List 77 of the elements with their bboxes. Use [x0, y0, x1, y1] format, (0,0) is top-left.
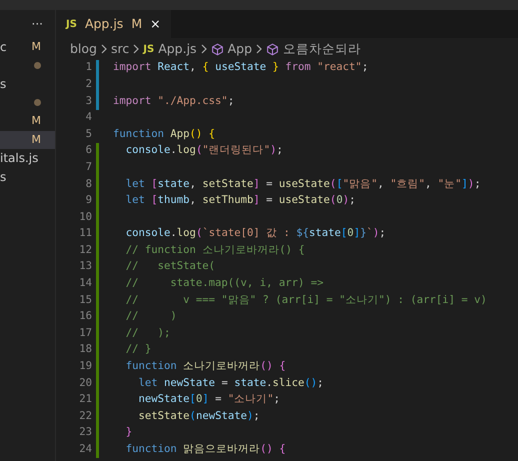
- editor-tab[interactable]: JS App.js M ×: [56, 10, 171, 38]
- code-line: // ): [124, 309, 177, 324]
- code-line: // state.map((v, i, arr) =>: [124, 276, 324, 292]
- line-number: 3: [84, 94, 92, 109]
- line-number: 14: [78, 276, 92, 292]
- code-line: console.log(`state[0] 값 : ${state[0]}`);: [124, 226, 386, 242]
- file-name: itals.js: [0, 150, 38, 168]
- file-row[interactable]: s: [0, 168, 55, 186]
- js-file-icon: JS: [66, 16, 77, 32]
- breadcrumb-item[interactable]: App.js: [158, 40, 197, 58]
- code-line: // );: [124, 326, 170, 341]
- line-number: 10: [78, 210, 92, 225]
- code-line: function 소나기로바꺼라() {: [124, 359, 286, 374]
- status-dot-icon: [34, 62, 41, 70]
- js-file-icon: JS: [143, 42, 154, 56]
- more-actions-button[interactable]: ···: [32, 15, 43, 33]
- file-row[interactable]: c M: [0, 38, 55, 56]
- code-line: console.log("랜더링된다");: [124, 143, 283, 158]
- code-line: // }: [124, 342, 152, 358]
- line-number: 4: [84, 110, 92, 126]
- line-number: 22: [78, 408, 92, 424]
- code-line: function 맑음으로바꺼라() {: [124, 442, 286, 457]
- code-line: // function 소나기로바꺼라() {: [124, 242, 305, 258]
- line-number: 17: [78, 326, 92, 341]
- line-number: 9: [84, 193, 92, 208]
- line-number: 24: [78, 442, 92, 457]
- line-number: 19: [78, 359, 92, 374]
- line-number: 5: [84, 126, 92, 142]
- chevron-icon: [200, 44, 207, 54]
- line-number: 8: [84, 176, 92, 192]
- line-number: 6: [84, 143, 92, 158]
- code-line: // v === "맑음" ? (arr[i] = "소나기") : (arr[i] = v): [124, 292, 487, 308]
- file-name: c: [0, 39, 7, 56]
- line-number: 1: [84, 60, 92, 76]
- modified-letter: M: [32, 113, 41, 129]
- code-line: import React, { useState } from "react";: [113, 60, 368, 76]
- status-dot-icon: [34, 99, 41, 106]
- file-row[interactable]: M: [0, 112, 55, 130]
- file-row[interactable]: s: [0, 75, 55, 94]
- code-line: import "./App.css";: [113, 94, 234, 109]
- code-line: newState[0] = "소나기";: [138, 392, 280, 408]
- breadcrumb-item[interactable]: 오름차순되라: [283, 40, 361, 58]
- chevron-icon: [256, 44, 262, 54]
- modified-letter: M: [131, 14, 142, 33]
- modified-letter: M: [32, 132, 41, 148]
- cube-icon: [266, 42, 279, 56]
- file-row[interactable]: itals.js: [0, 149, 55, 168]
- file-row[interactable]: M: [0, 130, 55, 149]
- chevron-icon: [101, 44, 107, 54]
- line-number: 15: [78, 292, 92, 308]
- modified-letter: M: [32, 39, 41, 55]
- code-line: let newState = state.slice();: [138, 376, 324, 391]
- file-name: s: [0, 76, 6, 94]
- line-number: 7: [84, 160, 92, 175]
- code-line: }: [124, 425, 132, 440]
- code-line: // setState(: [124, 259, 216, 274]
- chevron-icon: [133, 44, 140, 54]
- close-icon[interactable]: ×: [150, 14, 161, 34]
- file-name: s: [0, 168, 6, 186]
- line-number: 21: [78, 392, 92, 408]
- code-line: function App() {: [113, 126, 216, 142]
- line-number: 20: [78, 376, 92, 391]
- line-number: 18: [78, 342, 92, 358]
- line-number: 13: [78, 259, 92, 274]
- line-number: 2: [84, 76, 92, 92]
- code-line: let [state, setState] = useState(["맑음", "흐림", "눈"]);: [124, 176, 481, 192]
- tab-label: App.js: [84, 14, 124, 33]
- breadcrumb-item[interactable]: App: [228, 40, 252, 58]
- breadcrumb-item[interactable]: src: [111, 40, 130, 58]
- line-number: 23: [78, 425, 92, 440]
- line-number: 11: [78, 226, 92, 242]
- cube-icon: [210, 42, 224, 56]
- code-line: let [thumb, setThumb] = useState(0);: [124, 193, 356, 208]
- breadcrumb-item[interactable]: blog: [70, 40, 97, 58]
- code-line: setState(newState);: [138, 408, 260, 424]
- line-number: 16: [78, 309, 92, 324]
- line-number: 12: [78, 242, 92, 258]
